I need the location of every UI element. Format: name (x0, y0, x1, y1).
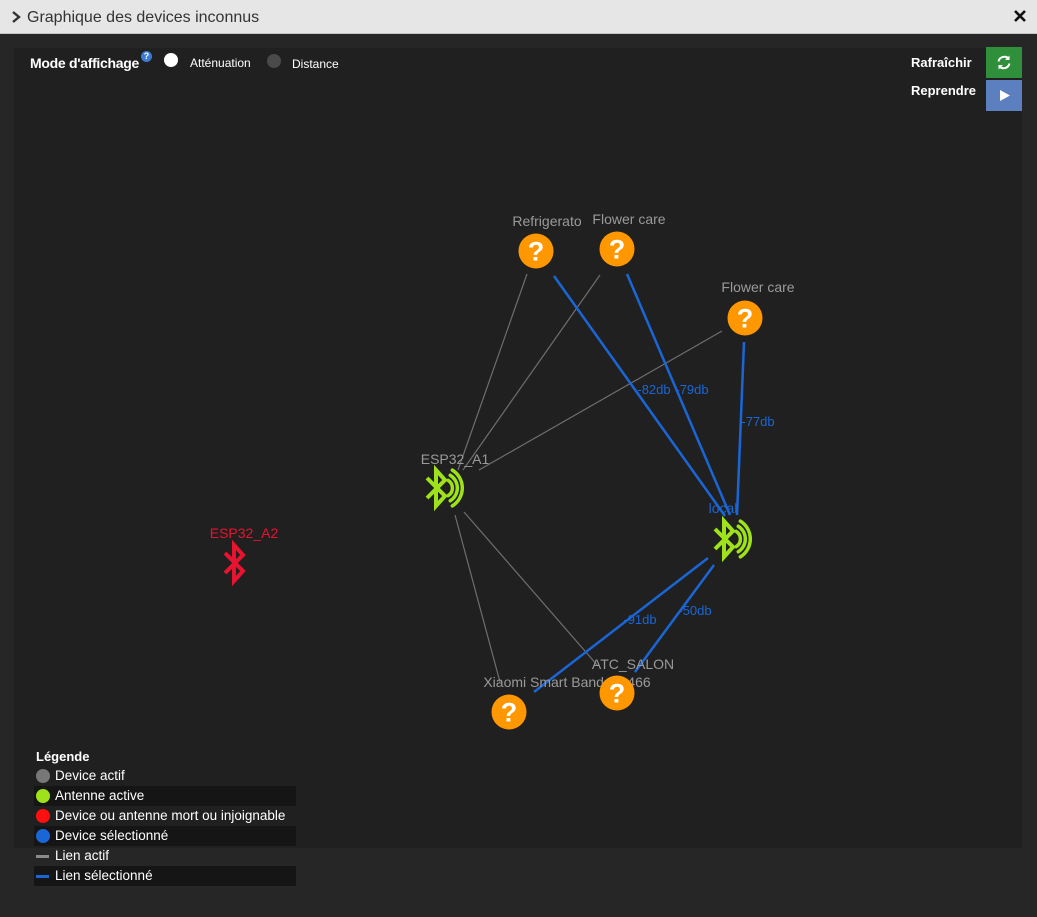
graph-node-esp32a2[interactable]: ESP32_A2 (210, 525, 279, 587)
graph-link[interactable] (463, 511, 599, 667)
window-title: Graphique des devices inconnus (27, 9, 260, 26)
graph-node-esp32a1[interactable]: ESP32_A1 (421, 451, 490, 512)
legend-title: Légende (36, 749, 90, 764)
question-mark-icon: ? (609, 235, 626, 265)
play-icon (1000, 90, 1010, 101)
refresh-button[interactable] (986, 47, 1022, 78)
graph-link[interactable] (478, 330, 723, 471)
legend-item: Device sélectionné (34, 826, 296, 846)
node-label: local (709, 500, 738, 516)
legend-dot (36, 829, 50, 843)
graph-link[interactable] (454, 514, 501, 683)
legend-label: Device ou antenne mort ou injoignable (55, 808, 286, 823)
legend-item: Antenne active (34, 786, 296, 806)
attenuation-radio[interactable] (164, 53, 178, 67)
resume-label: Reprendre (911, 83, 977, 98)
chevron-right-icon[interactable] (9, 7, 25, 27)
link-label: -91db (623, 612, 656, 627)
graph-node-refrigerato[interactable]: ? Refrigerato (512, 213, 582, 269)
bluetooth-icon (713, 515, 736, 563)
link-label: -82db (637, 382, 670, 397)
question-mark-icon: ? (528, 237, 545, 267)
distance-radio[interactable] (267, 54, 281, 68)
graph-svg[interactable]: -82db -79db -77db -91db -50db? Refrigerato? Fl… (14, 48, 1022, 848)
legend-line (36, 875, 49, 878)
node-label: Refrigerato (512, 213, 581, 229)
attenuation-label[interactable]: Atténuation (190, 56, 251, 70)
legend-item: Device ou antenne mort ou injoignable (34, 806, 296, 826)
legend-dot (36, 809, 50, 823)
question-mark-icon: ? (501, 698, 518, 728)
graph-link[interactable] (462, 274, 601, 471)
link-label: -50db (678, 603, 711, 618)
legend-label: Lien sélectionné (55, 868, 153, 883)
bluetooth-icon (425, 464, 448, 512)
question-mark-icon: ? (609, 679, 626, 709)
legend-dot (36, 789, 50, 803)
graph-link[interactable] (457, 273, 528, 471)
node-label: ATC_SALON (592, 656, 674, 672)
legend-label: Antenne active (55, 788, 145, 803)
link-label: -79db (675, 382, 708, 397)
legend: Légende Device actif Antenne active Device… (34, 748, 296, 886)
node-label: ESP32_A1 (421, 451, 490, 467)
legend-rows: Device actif Antenne active Device ou ante… (34, 766, 296, 886)
legend-label: Device sélectionné (55, 828, 169, 843)
legend-label: Device actif (55, 768, 125, 783)
resume-button[interactable] (986, 80, 1022, 111)
refresh-icon (997, 55, 1011, 70)
bluetooth-icon (223, 539, 246, 587)
close-icon[interactable] (1013, 9, 1027, 23)
node-label: ESP32_A2 (210, 525, 279, 541)
legend-item: Lien actif (34, 846, 296, 866)
window-titlebar: Graphique des devices inconnus (0, 0, 1037, 34)
graph-canvas[interactable]: -82db -79db -77db -91db -50db? Refrigerato? Fl… (14, 48, 1022, 848)
question-mark-icon: ? (737, 304, 754, 334)
link-label: -77db (741, 414, 774, 429)
help-icon[interactable]: ? (141, 51, 152, 62)
node-label: Flower care (721, 279, 794, 295)
signal-wave-icon (734, 529, 743, 549)
signal-wave-icon (446, 478, 455, 498)
display-mode-label: Mode d'affichage (30, 55, 139, 71)
node-label: Flower care (592, 211, 665, 227)
legend-label: Lien actif (55, 848, 110, 863)
refresh-label: Rafraîchir (911, 55, 972, 70)
legend-item: Lien sélectionné (34, 866, 296, 886)
legend-line (36, 855, 49, 858)
legend-item: Device actif (34, 766, 296, 786)
graph-node-flowercare2[interactable]: ? Flower care (721, 279, 795, 336)
legend-dot (36, 769, 50, 783)
distance-label[interactable]: Distance (292, 57, 339, 71)
graph-node-local[interactable]: local (709, 500, 753, 563)
graph-node-flowercare1[interactable]: ? Flower care (592, 211, 666, 267)
